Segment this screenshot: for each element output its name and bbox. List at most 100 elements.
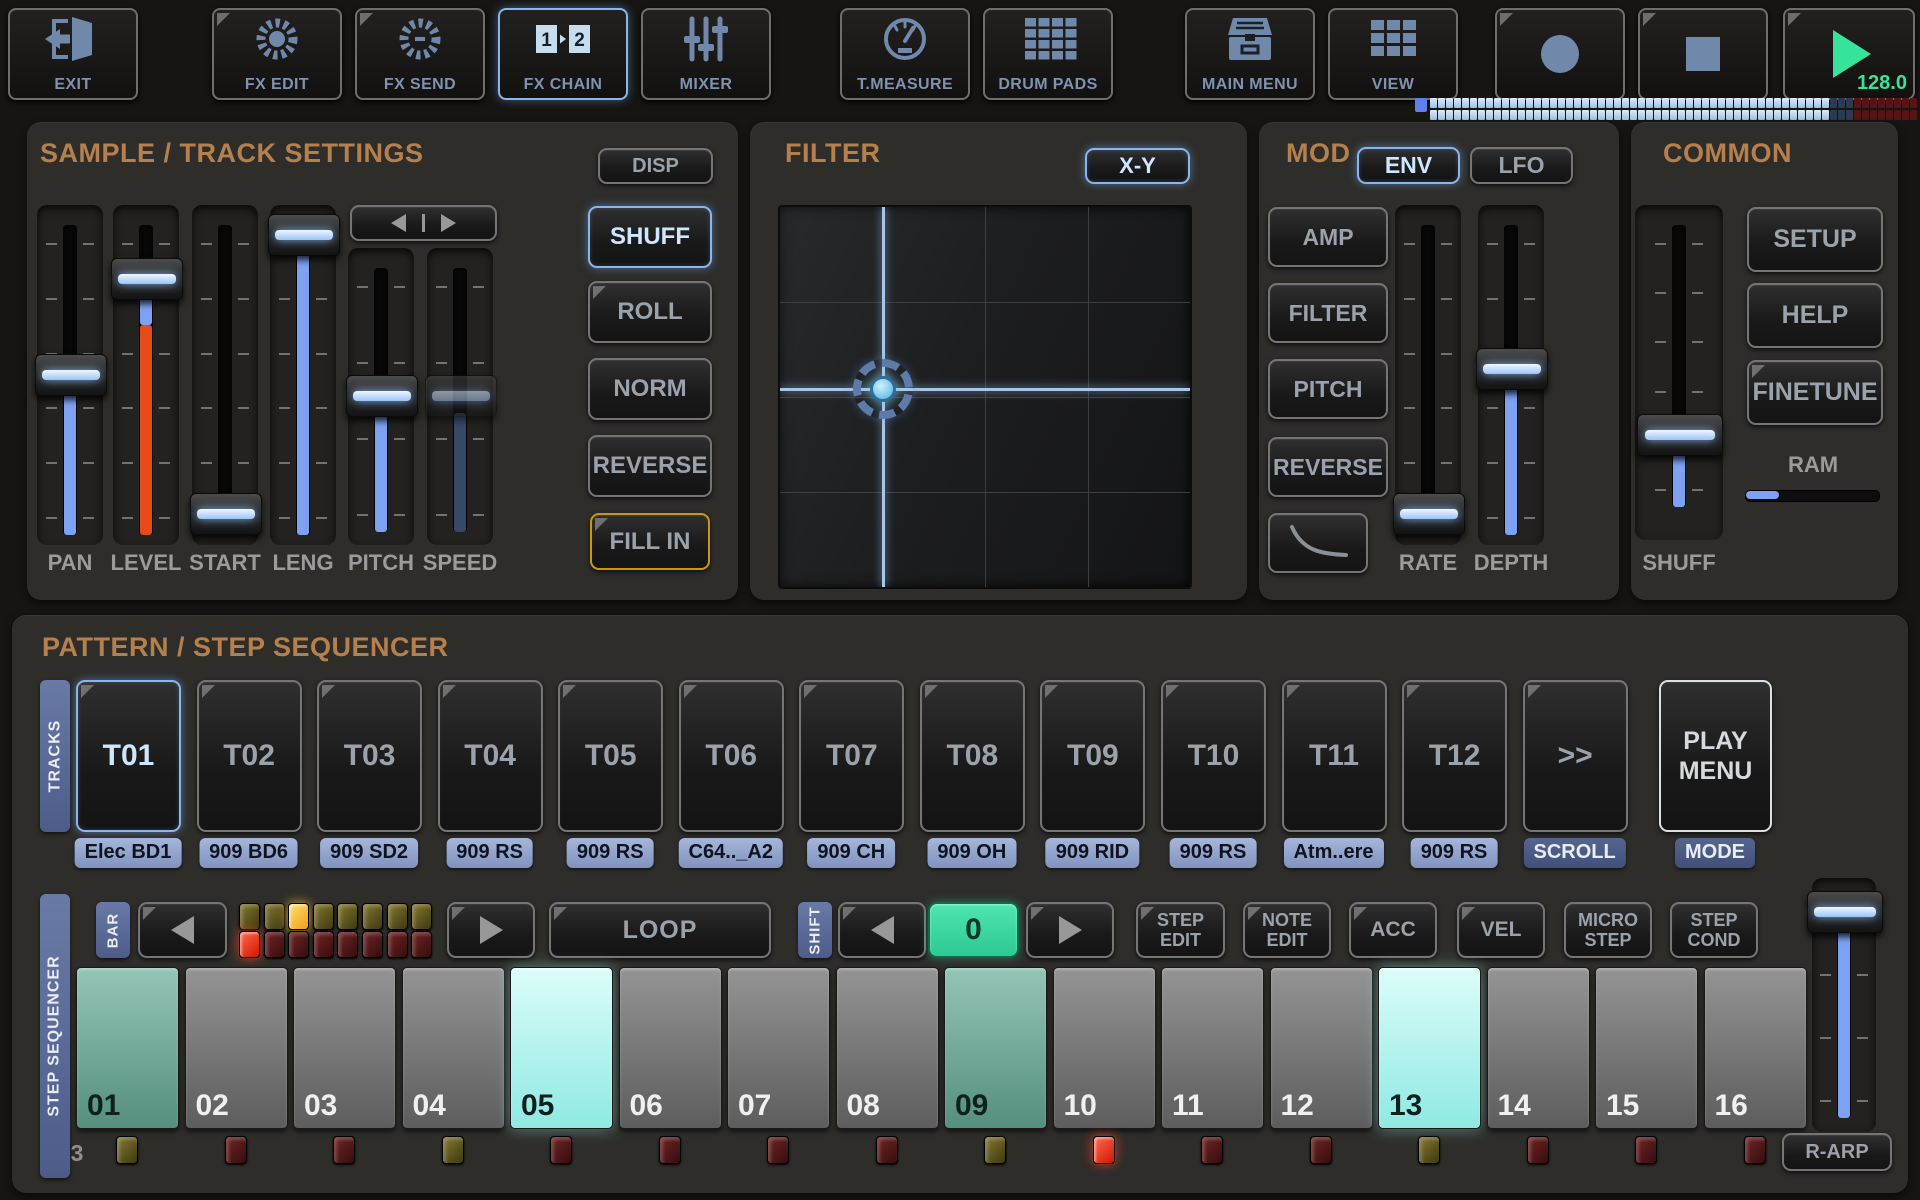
step-edit-button[interactable]: STEP EDIT: [1136, 902, 1225, 958]
xy-cursor-dot[interactable]: [869, 376, 896, 403]
step-pad-16[interactable]: 16: [1703, 967, 1807, 1129]
track-button-t08[interactable]: T08: [919, 680, 1025, 832]
reverse-button[interactable]: REVERSE: [588, 435, 712, 497]
bar-previous-button[interactable]: [138, 902, 227, 958]
micro-step-button[interactable]: MICRO STEP: [1564, 902, 1652, 958]
vu-meter-segment: [1558, 98, 1565, 108]
track-button-t12[interactable]: T12: [1402, 680, 1508, 832]
track-button-t11[interactable]: T11: [1281, 680, 1387, 832]
transport-play-button[interactable]: 128.0: [1783, 8, 1915, 100]
sample-leng-fader-handle[interactable]: [268, 214, 340, 257]
sample-pan-fader-handle[interactable]: [35, 353, 107, 396]
bar-led: [288, 903, 310, 930]
step-pad-05[interactable]: 05: [510, 967, 613, 1129]
step-pad-08[interactable]: 08: [835, 967, 939, 1129]
meter-marker: [1415, 98, 1427, 112]
mod-pitch-button[interactable]: PITCH: [1268, 359, 1388, 419]
roll-button[interactable]: ROLL: [588, 281, 712, 343]
mod-tab-lfo[interactable]: LFO: [1470, 147, 1573, 184]
step-pad-09[interactable]: 09: [944, 967, 1047, 1129]
transport-stop-button[interactable]: [1638, 8, 1768, 100]
acc-button[interactable]: ACC: [1349, 902, 1437, 958]
mod-amp-button[interactable]: AMP: [1268, 207, 1388, 267]
toolbar-button-drum-pads[interactable]: DRUM PADS: [983, 8, 1113, 100]
toolbar-button-t-measure[interactable]: T.MEASURE: [840, 8, 970, 100]
mod-tab-env[interactable]: ENV: [1357, 147, 1460, 184]
common-finetune-button[interactable]: FINETUNE: [1747, 360, 1883, 425]
step-pad-07[interactable]: 07: [727, 967, 830, 1129]
sample-level-fader-handle[interactable]: [111, 257, 183, 300]
toolbar-button-fx-edit[interactable]: FX EDIT: [212, 8, 342, 100]
track-button-t02[interactable]: T02: [196, 680, 302, 832]
track-button-t09[interactable]: T09: [1040, 680, 1146, 832]
toolbar-button-fx-chain[interactable]: 1 2 FX CHAIN: [498, 8, 628, 100]
tick: [394, 438, 405, 440]
shift-value-display[interactable]: 0: [928, 902, 1019, 958]
toolbar-button-view[interactable]: VIEW: [1328, 8, 1458, 100]
step-pad-11[interactable]: 11: [1161, 967, 1264, 1129]
step-cond-button[interactable]: STEP COND: [1670, 902, 1758, 958]
transport-record-button[interactable]: [1495, 8, 1625, 100]
vu-meter-segment: [1694, 110, 1701, 120]
toolbar-button-mixer[interactable]: MIXER: [641, 8, 771, 100]
step-pad-03[interactable]: 03: [293, 967, 396, 1129]
track-button-t03[interactable]: T03: [317, 680, 423, 832]
step-pad-01[interactable]: 01: [76, 967, 179, 1129]
toolbar-button-fx-send[interactable]: FX SEND: [355, 8, 485, 100]
track-button-t05[interactable]: T05: [558, 680, 664, 832]
fill-in-button[interactable]: FILL IN: [590, 513, 710, 570]
common-setup-button[interactable]: SETUP: [1747, 207, 1883, 272]
track-button-label: T07: [825, 739, 878, 772]
sample-prev-next-button[interactable]: [350, 205, 497, 241]
note-edit-button[interactable]: NOTE EDIT: [1243, 902, 1331, 958]
mod-depth-fader-handle[interactable]: [1476, 347, 1548, 390]
norm-button[interactable]: NORM: [588, 358, 712, 420]
track-button-t01[interactable]: T01: [76, 680, 181, 832]
bar-next-button[interactable]: [447, 902, 535, 958]
step-pad-13[interactable]: 13: [1378, 967, 1481, 1129]
track-scroll-button[interactable]: >>: [1522, 680, 1628, 832]
long-press-corner: [201, 685, 215, 698]
tick: [394, 362, 405, 364]
toolbar-button-exit[interactable]: EXIT: [8, 8, 138, 100]
mod-envelope-shape-button[interactable]: [1268, 513, 1368, 573]
long-press-corner: [1752, 365, 1765, 378]
play-menu-button[interactable]: PLAY MENU: [1659, 680, 1772, 832]
shift-previous-button[interactable]: [838, 902, 926, 958]
sequencer-level-fader-handle[interactable]: [1807, 891, 1883, 933]
mod-rate-fader-handle[interactable]: [1393, 493, 1465, 536]
shift-next-button[interactable]: [1026, 902, 1114, 958]
shuff-button[interactable]: SHUFF: [588, 206, 712, 268]
bar-number: 3: [70, 1140, 84, 1166]
step-pad-10[interactable]: 10: [1052, 967, 1156, 1129]
tick: [1441, 407, 1452, 410]
step-pad-02[interactable]: 02: [184, 967, 288, 1129]
step-pad-14[interactable]: 14: [1486, 967, 1590, 1129]
step-pad-15[interactable]: 15: [1595, 967, 1698, 1129]
fader-led: [196, 509, 256, 520]
track-button-t06[interactable]: T06: [678, 680, 784, 832]
vel-button[interactable]: VEL: [1457, 902, 1545, 958]
track-button-t07[interactable]: T07: [799, 680, 905, 832]
xy-pad[interactable]: [778, 205, 1192, 589]
track-button-t10[interactable]: T10: [1160, 680, 1266, 832]
common-help-button[interactable]: HELP: [1747, 283, 1883, 348]
sample-start-fader-handle[interactable]: [190, 493, 262, 536]
xy-mode-button[interactable]: X-Y: [1085, 148, 1190, 184]
track-button-t04[interactable]: T04: [437, 680, 543, 832]
tick: [394, 286, 405, 288]
mod-filter-button[interactable]: FILTER: [1268, 283, 1388, 343]
disp-button[interactable]: DISP: [598, 148, 713, 184]
common-shuff-fader-handle[interactable]: [1637, 413, 1723, 456]
sample-speed-fader-handle[interactable]: [425, 374, 497, 417]
pattern-led: [386, 931, 408, 958]
step-pad-06[interactable]: 06: [618, 967, 722, 1129]
sample-pitch-fader-handle[interactable]: [346, 374, 418, 417]
r-arp-button[interactable]: R-ARP: [1782, 1133, 1892, 1171]
toolbar-button-main-menu[interactable]: MAIN MENU: [1185, 8, 1315, 100]
step-pad-12[interactable]: 12: [1269, 967, 1373, 1129]
loop-button[interactable]: LOOP: [549, 902, 771, 958]
step-pad-04[interactable]: 04: [401, 967, 505, 1129]
vu-meter-segment: [1702, 110, 1709, 120]
mod-reverse-button[interactable]: REVERSE: [1268, 437, 1388, 497]
